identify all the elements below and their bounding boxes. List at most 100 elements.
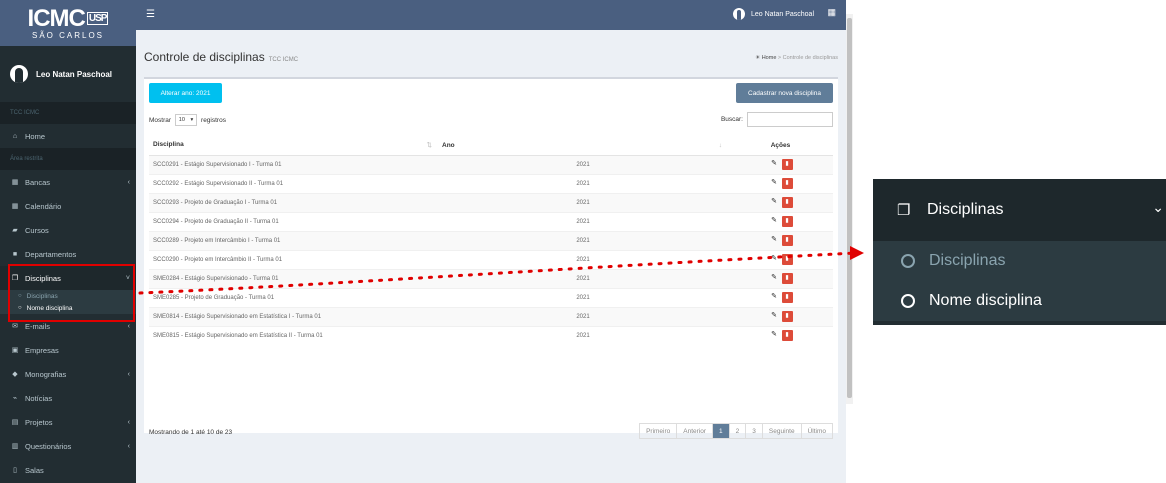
breadcrumb: ☀ Home > Controle de disciplinas: [755, 55, 838, 61]
sidebar-item-empresas[interactable]: ▣ Empresas: [0, 338, 136, 362]
door-icon: ▯: [13, 467, 17, 474]
year-cell: 2021: [438, 154, 728, 174]
sidebar-item-e-mails[interactable]: ✉ E-mails ‹: [0, 314, 136, 338]
table-row: SME0284 - Estágio Supervisionado - Turma…: [149, 268, 833, 288]
submenu-item[interactable]: ○ Disciplinas: [0, 290, 136, 302]
new-discipline-button[interactable]: Cadastrar nova disciplina: [736, 83, 833, 103]
pencil-icon[interactable]: ✎: [769, 216, 780, 227]
page-button[interactable]: 1: [712, 424, 729, 438]
table-row: SCC0292 - Estágio Supervisionado II - Tu…: [149, 173, 833, 193]
topbar-user[interactable]: Leo Natan Paschoal: [732, 8, 814, 20]
page-button[interactable]: Seguinte: [761, 424, 801, 438]
rss-icon: ⌁: [12, 395, 18, 402]
book-icon: ▰: [12, 227, 18, 234]
year-cell: 2021: [438, 173, 728, 193]
select-arrow-icon: ▾: [190, 117, 194, 123]
page-button[interactable]: Último: [800, 424, 832, 438]
pencil-icon[interactable]: ✎: [769, 292, 780, 303]
page-size-select[interactable]: 10 ▾: [175, 114, 198, 126]
discipline-cell: SME0814 - Estágio Supervisionado em Esta…: [149, 306, 438, 326]
page-title: Controle de disciplinas: [144, 50, 265, 64]
trash-icon[interactable]: ▮: [781, 330, 793, 342]
table-row: SME0285 - Projeto de Graduação - Turma 0…: [149, 287, 833, 307]
trash-icon[interactable]: ▮: [781, 235, 793, 246]
submenu-item[interactable]: ○ Nome disciplina: [0, 302, 136, 314]
discipline-cell: SCC0294 - Projeto de Graduação II - Turm…: [149, 211, 438, 231]
sidebar: ICMC USP SÃO CARLOS Leo Natan Paschoal TC…: [0, 0, 136, 483]
sidebar-item-bancas[interactable]: ▦ Bancas ‹: [0, 170, 136, 194]
search-label: Buscar:: [720, 116, 743, 123]
circle-icon: ○: [18, 293, 22, 299]
page-button[interactable]: 2: [728, 424, 746, 438]
sidebar-item-label: E-mails: [25, 321, 51, 331]
breadcrumb-home[interactable]: Home: [762, 55, 777, 61]
col-discipline[interactable]: Disciplina ⇅: [149, 136, 438, 156]
chevron-down-icon: ⌄: [1152, 199, 1164, 215]
logo[interactable]: ICMC USP SÃO CARLOS: [0, 0, 136, 46]
trash-icon[interactable]: ▮: [781, 292, 793, 303]
sidebar-item-label: Monografias: [25, 369, 67, 379]
col-year[interactable]: Ano ↓: [438, 136, 728, 156]
logo-brand: ICMC: [27, 4, 86, 32]
sidebar-item-label: Home: [25, 131, 46, 141]
chevron-down-icon: ˅: [125, 274, 130, 282]
trash-icon[interactable]: ▮: [781, 311, 793, 322]
pagination: Primeiro Anterior 1 2 3 Seguinte Último: [639, 423, 833, 439]
trash-icon[interactable]: ▮: [781, 178, 793, 189]
search-input[interactable]: [747, 112, 833, 127]
sidebar-item-questionários[interactable]: ▥ Questionários ‹: [0, 434, 136, 458]
sidebar-item-salas[interactable]: ▯ Salas: [0, 458, 136, 482]
submenu-item-label: Nome disciplina: [26, 304, 73, 312]
scrollbar-thumb[interactable]: [847, 18, 852, 398]
table-row: SCC0291 - Estágio Supervisionado I - Tur…: [149, 154, 833, 174]
disciplines-table: Disciplina ⇅ Ano ↓ Ações SCC0291 - Estágio…: [149, 136, 833, 345]
zoom-submenu-item[interactable]: Disciplinas: [873, 241, 1166, 281]
discipline-cell: SME0285 - Projeto de Graduação - Turma 0…: [149, 287, 438, 307]
year-cell: 2021: [438, 306, 728, 326]
grid-icon[interactable]: ▦: [827, 7, 836, 18]
zoom-panel: ❐ Disciplinas ⌄ Disciplinas Nome discipli…: [873, 179, 1166, 325]
table-header-row: Disciplina ⇅ Ano ↓ Ações: [149, 136, 833, 156]
scrollbar[interactable]: [846, 14, 853, 404]
page-button[interactable]: Primeiro: [640, 424, 676, 438]
sidebar-item-monografias[interactable]: ◆ Monografias ‹: [0, 362, 136, 386]
pencil-icon[interactable]: ✎: [769, 273, 780, 284]
page-button[interactable]: 3: [745, 424, 762, 438]
change-year-button[interactable]: Alterar ano: 2021: [149, 83, 222, 103]
sidebar-item-calendário[interactable]: ▦ Calendário: [0, 194, 136, 218]
sidebar-item-label: Calendário: [25, 201, 62, 211]
pencil-icon[interactable]: ✎: [769, 159, 780, 170]
trash-icon[interactable]: ▮: [781, 273, 793, 284]
pencil-icon[interactable]: ✎: [769, 330, 780, 341]
disciplines-box: Alterar ano: 2021 Cadastrar nova discipl…: [144, 77, 838, 439]
pencil-icon[interactable]: ✎: [769, 178, 780, 189]
actions-cell: ✎ ▮: [728, 192, 833, 212]
pencil-icon[interactable]: ✎: [769, 311, 780, 322]
trash-icon[interactable]: ▮: [781, 197, 793, 208]
calendar-icon: ▦: [11, 179, 19, 186]
sidebar-item-home[interactable]: ⌂ Home: [0, 124, 136, 148]
sidebar-item-departamentos[interactable]: ■ Departamentos: [0, 242, 136, 266]
page-button[interactable]: Anterior: [676, 424, 712, 438]
trash-icon[interactable]: ▮: [781, 216, 793, 227]
year-cell: 2021: [438, 287, 728, 307]
pencil-icon[interactable]: ✎: [769, 235, 780, 246]
trash-icon[interactable]: ▮: [781, 159, 793, 170]
zoom-menu-disciplinas[interactable]: ❐ Disciplinas ⌄: [873, 179, 1166, 241]
menu-toggle-icon[interactable]: ☰: [146, 9, 155, 20]
discipline-cell: SME0284 - Estágio Supervisionado - Turma…: [149, 268, 438, 288]
sidebar-item-cursos[interactable]: ▰ Cursos: [0, 218, 136, 242]
zoom-submenu-item[interactable]: Nome disciplina: [873, 281, 1166, 321]
graduation-cap-icon: ◆: [12, 371, 18, 378]
sidebar-item-label: Salas: [25, 465, 44, 475]
sidebar-item-notícias[interactable]: ⌁ Notícias: [0, 386, 136, 410]
trash-icon[interactable]: ▮: [781, 254, 793, 265]
pencil-icon[interactable]: ✎: [769, 254, 780, 265]
year-cell: 2021: [438, 249, 728, 269]
content: Controle de disciplinas TCC ICMC ☀ Home >…: [136, 30, 846, 483]
calendar-icon: ▦: [11, 203, 19, 210]
actions-cell: ✎ ▮: [728, 325, 833, 345]
pencil-icon[interactable]: ✎: [769, 197, 780, 208]
sidebar-item-disciplinas[interactable]: ❐ Disciplinas ˅: [0, 266, 136, 290]
sidebar-item-projetos[interactable]: ▤ Projetos ‹: [0, 410, 136, 434]
